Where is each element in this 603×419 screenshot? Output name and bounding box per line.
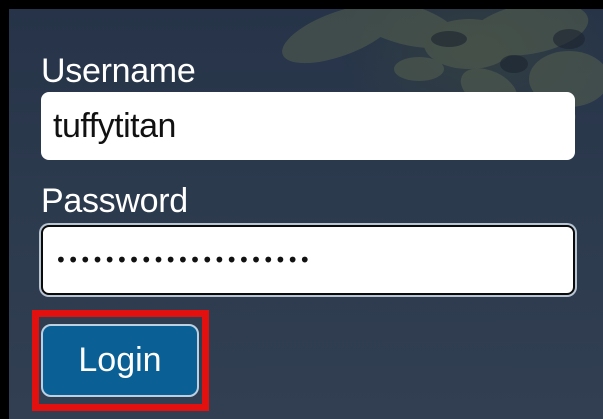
password-label: Password	[41, 182, 188, 220]
username-field[interactable]: tuffytitan	[41, 92, 575, 160]
password-mask: •••••••••••••••••••••	[55, 248, 312, 272]
login-button[interactable]: Login	[41, 324, 199, 397]
login-panel: Username tuffytitan Password •••••••••••…	[0, 0, 603, 419]
username-label: Username	[41, 52, 196, 90]
password-field[interactable]: •••••••••••••••••••••	[41, 225, 575, 295]
username-value: tuffytitan	[53, 106, 176, 145]
